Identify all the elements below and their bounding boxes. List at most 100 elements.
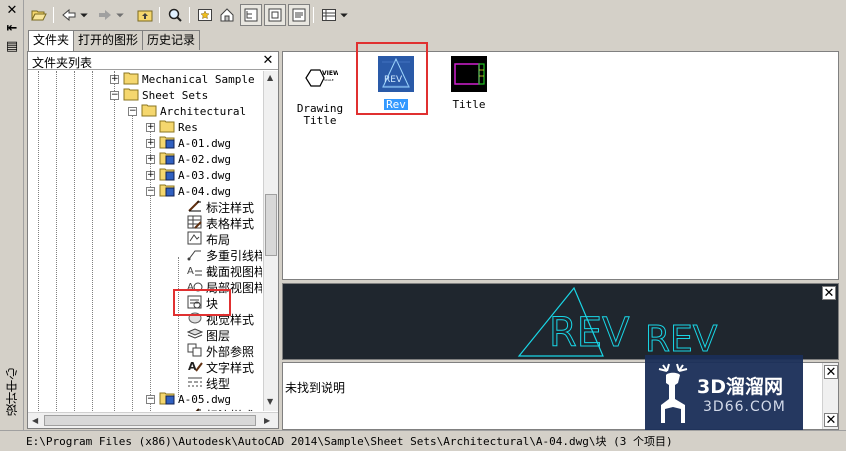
scroll-up-icon[interactable]: ▲ <box>267 73 273 82</box>
tree-item-label: A-05.dwg <box>178 392 231 406</box>
folder-tree[interactable]: + Mechanical Sample − Sheet Sets − Architectu… <box>28 71 262 411</box>
block-item-title[interactable]: Title <box>439 56 499 110</box>
tree-horizontal-scrollbar[interactable]: ◀ ▶ <box>28 412 278 428</box>
folder-icon <box>123 71 139 88</box>
tree-item-label: 布局 <box>206 232 231 247</box>
tree-guide-line <box>38 71 39 411</box>
tree-item-label: 表格样式 <box>206 216 255 231</box>
views-button[interactable] <box>318 4 340 26</box>
dwg-file-icon <box>159 391 175 408</box>
back-button[interactable] <box>58 4 80 26</box>
dimstyle-icon <box>187 199 203 216</box>
rev-preview-drawing: REV REV <box>517 286 718 361</box>
scroll-left-icon[interactable]: ◀ <box>32 416 38 425</box>
tree-guide-line <box>74 71 75 411</box>
description-scrollbar[interactable]: ✕ ✕ <box>822 363 838 429</box>
block-item-drawing-title[interactable]: VIEW SCALE Drawing Title <box>290 60 350 126</box>
tree-item[interactable]: − A-04.dwg <box>146 183 231 199</box>
tree-item[interactable]: + Mechanical Sample <box>110 71 255 87</box>
dwg-file-icon <box>159 183 175 200</box>
scroll-thumb[interactable] <box>265 194 277 256</box>
layer-icon <box>187 327 203 344</box>
tree-item[interactable]: − A-05.dwg <box>146 391 231 407</box>
tab-history[interactable]: 历史记录 <box>142 30 201 50</box>
tree-guide-line <box>92 71 93 411</box>
svg-text:A: A <box>187 266 194 277</box>
expand-toggle-icon[interactable]: + <box>146 154 155 164</box>
tab-folders[interactable]: 文件夹 <box>28 30 75 51</box>
content-area[interactable]: VIEW SCALE Drawing Title REV Rev Title <box>282 42 839 280</box>
tree-item[interactable]: 标注样式 <box>174 199 254 215</box>
list-view-icon <box>322 9 336 21</box>
tree-item-label: Mechanical Sample <box>142 72 255 86</box>
caret-down-icon <box>116 13 124 18</box>
tree-item[interactable]: + A-03.dwg <box>146 167 231 183</box>
dwg-file-icon <box>159 135 175 152</box>
expand-toggle-icon[interactable]: − <box>146 186 155 196</box>
preview-text-right: REV <box>645 319 718 360</box>
tree-item[interactable]: − Sheet Sets <box>110 87 208 103</box>
expand-toggle-icon[interactable]: + <box>146 122 155 132</box>
tab-open-drawings[interactable]: 打开的图形 <box>73 30 144 50</box>
auto-hide-icon[interactable]: ⇤ <box>4 22 20 36</box>
tree-item-label: 线型 <box>206 376 231 391</box>
dimstyle-icon <box>187 407 203 411</box>
tree-item[interactable]: + A-01.dwg <box>146 135 231 151</box>
close-icon[interactable]: ✕ <box>4 4 20 18</box>
deer-logo-icon <box>658 363 688 423</box>
tree-item[interactable]: 图层 <box>174 327 230 343</box>
views-dropdown[interactable] <box>338 4 350 26</box>
scroll-right-icon[interactable]: ▶ <box>264 416 270 425</box>
back-dropdown[interactable] <box>78 4 90 26</box>
preview-toggle[interactable] <box>264 4 286 26</box>
section-icon: A <box>187 263 203 280</box>
drawing-title-thumbnail: VIEW SCALE <box>305 69 340 87</box>
tree-item[interactable]: + Res <box>146 119 198 135</box>
scroll-thumb[interactable] <box>44 415 256 426</box>
tree-item[interactable]: 标注样式 <box>174 407 254 411</box>
expand-toggle-icon[interactable]: − <box>128 106 137 116</box>
xref-icon <box>187 343 203 360</box>
expand-toggle-icon[interactable]: − <box>146 394 155 404</box>
tree-item[interactable]: 布局 <box>174 231 230 247</box>
tree-item[interactable]: A 文字样式 <box>174 359 254 375</box>
description-toggle[interactable] <box>288 4 310 26</box>
tree-vertical-scrollbar[interactable]: ▲ ▼ <box>263 71 278 411</box>
toolbar <box>26 4 356 28</box>
expand-toggle-icon[interactable]: − <box>110 90 119 100</box>
highlight-box-block-node <box>173 289 231 316</box>
close-icon[interactable]: ✕ <box>261 54 275 68</box>
up-button[interactable] <box>134 4 156 26</box>
load-button[interactable] <box>28 4 50 26</box>
tree-item[interactable]: A 截面视图样 <box>174 263 262 279</box>
status-path: E:\Program Files (x86)\Autodesk\AutoCAD … <box>26 435 673 448</box>
close-icon[interactable]: ✕ <box>824 413 838 427</box>
tree-item[interactable]: − Architectural <box>128 103 246 119</box>
palette-side-strip: ✕ ⇤ ▤ 设计中心 ▦ <box>0 0 24 451</box>
folder-list-header: 文件夹列表 ✕ <box>28 52 278 70</box>
watermark-logo: 3D溜溜网 3D66.COM <box>645 355 803 435</box>
tree-item[interactable]: 多重引线样 <box>174 247 262 263</box>
tree-item-label: A-01.dwg <box>178 136 231 150</box>
star-folder-icon <box>198 9 212 21</box>
favorites-button[interactable] <box>194 4 216 26</box>
tree-view-toggle[interactable] <box>240 4 262 26</box>
tree-item-label: 截面视图样 <box>206 264 262 279</box>
scroll-down-icon[interactable]: ▼ <box>267 397 273 406</box>
close-icon[interactable]: ✕ <box>824 365 838 379</box>
expand-toggle-icon[interactable]: + <box>146 138 155 148</box>
forward-button[interactable] <box>94 4 116 26</box>
tree-item[interactable]: 线型 <box>174 375 230 391</box>
properties-icon[interactable]: ▤ <box>4 40 20 54</box>
search-button[interactable] <box>164 4 186 26</box>
forward-dropdown[interactable] <box>114 4 126 26</box>
preview-icon <box>268 8 282 22</box>
expand-toggle-icon[interactable]: + <box>110 74 119 84</box>
expand-toggle-icon[interactable]: + <box>146 170 155 180</box>
tree-item[interactable]: 外部参照 <box>174 343 254 359</box>
tree-item[interactable]: + A-02.dwg <box>146 151 231 167</box>
caret-down-icon <box>340 13 348 18</box>
arrow-left-icon <box>62 8 76 22</box>
tree-item[interactable]: 表格样式 <box>174 215 254 231</box>
home-button[interactable] <box>216 4 238 26</box>
